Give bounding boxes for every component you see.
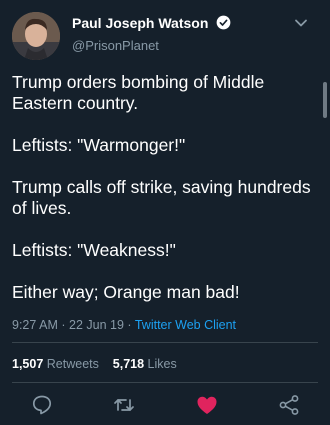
verified-badge-icon	[216, 15, 231, 33]
author-name-text: Paul Joseph Watson	[72, 15, 209, 31]
reply-icon[interactable]	[30, 393, 54, 417]
meta-separator: ·	[127, 318, 132, 332]
author-handle[interactable]: @PrisonPlanet	[72, 38, 159, 53]
scrollbar[interactable]	[323, 82, 327, 118]
tweet-text: Trump orders bombing of Middle Eastern c…	[12, 72, 317, 324]
tweet-client-link[interactable]: Twitter Web Client	[135, 318, 236, 332]
share-icon[interactable]	[277, 393, 301, 417]
like-icon[interactable]	[195, 393, 219, 417]
author-name[interactable]: Paul Joseph Watson	[72, 15, 231, 33]
retweet-icon[interactable]	[112, 393, 136, 417]
meta-separator: ·	[61, 318, 66, 332]
avatar[interactable]	[12, 12, 60, 60]
tweet-stats: 1,507 Retweets 5,718 Likes	[12, 357, 177, 371]
likes-stat[interactable]: 5,718 Likes	[113, 357, 177, 371]
retweets-stat[interactable]: 1,507 Retweets	[12, 357, 99, 371]
tweet-paragraph: Leftists: "Weakness!"	[12, 240, 176, 260]
tweet-paragraph: Trump calls off strike, saving hundreds …	[12, 177, 311, 218]
tweet-paragraph: Trump orders bombing of Middle Eastern c…	[12, 72, 265, 113]
divider	[12, 382, 318, 383]
tweet-paragraph: Either way; Orange man bad!	[12, 282, 240, 302]
divider	[12, 342, 318, 343]
retweets-label: Retweets	[46, 357, 99, 371]
likes-label: Likes	[147, 357, 177, 371]
likes-count: 5,718	[112, 357, 145, 371]
tweet-paragraph: Leftists: "Warmonger!"	[12, 135, 186, 155]
retweets-count: 1,507	[12, 357, 44, 371]
tweet-date[interactable]: 22 Jun 19	[69, 318, 124, 332]
tweet-header: Paul Joseph Watson @PrisonPlanet	[0, 0, 330, 70]
tweet-meta: 9:27 AM · 22 Jun 19 · Twitter Web Client	[12, 318, 236, 332]
tweet-time[interactable]: 9:27 AM	[12, 318, 58, 332]
chevron-down-icon[interactable]	[294, 16, 308, 35]
action-bar	[0, 393, 330, 421]
